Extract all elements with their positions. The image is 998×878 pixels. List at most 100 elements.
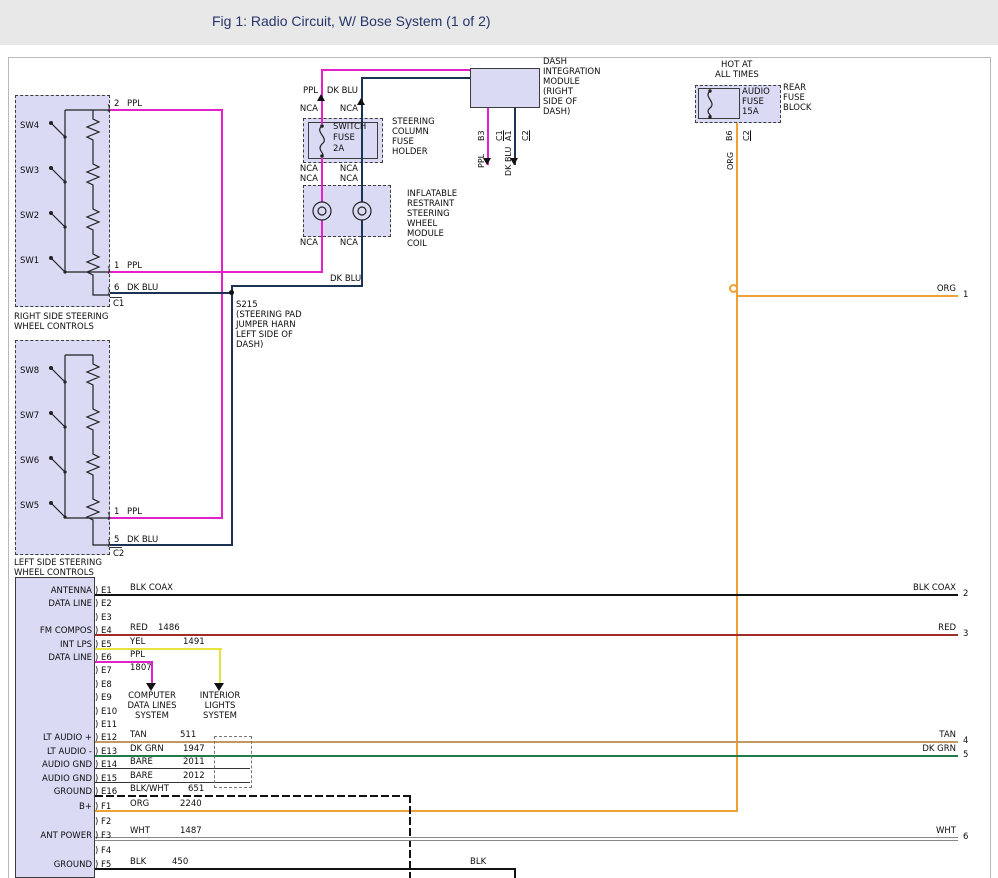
- wire-color-label: BARE: [130, 757, 153, 767]
- connector-pin-label: E11: [101, 720, 117, 730]
- connector-function-label: FM COMPOS: [40, 626, 92, 636]
- wire-wht-f3: [95, 837, 958, 841]
- dim-label: (RIGHT: [543, 87, 573, 97]
- connector-function-label: B+: [79, 802, 92, 812]
- org-right-label: ORG: [937, 284, 956, 294]
- computer-system-label: SYSTEM: [124, 711, 180, 721]
- wire-ppl-to-dim: [321, 69, 489, 71]
- splice-label: (STEERING PAD: [236, 310, 302, 320]
- connector-pin-label: E8: [101, 680, 112, 690]
- connector-pin-label: F1: [101, 802, 111, 812]
- dim-pin-b3-label: B3: [477, 130, 487, 141]
- switch-label: SW2: [20, 211, 39, 221]
- wire-org-feed-vertical: [736, 123, 738, 812]
- nca-label: NCA: [300, 104, 318, 114]
- wire-dkblu-coil-return: [231, 285, 363, 287]
- rear-fuse-block-label: FUSE: [783, 93, 805, 103]
- dim-connector-c2-label: C2: [521, 130, 531, 141]
- connector-pin-bracket: ): [95, 599, 98, 609]
- nca-label: NCA: [340, 104, 358, 114]
- pin-bracket: ): [107, 104, 110, 114]
- pin5-color: DK BLU: [127, 535, 158, 545]
- coil-label: STEERING: [407, 209, 450, 219]
- fuse-connector-c2-label: C2: [742, 130, 752, 141]
- hot-at-label: HOT AT: [721, 60, 752, 70]
- wire-dkblu-dim-stub: [514, 108, 516, 165]
- pin1-color: PPL: [127, 261, 142, 271]
- switch-label: SW6: [20, 456, 39, 466]
- wire-org-right-branch: [736, 295, 958, 297]
- fuse-holder-label: COLUMN: [392, 127, 429, 137]
- fuse-holder-label: STEERING: [392, 117, 435, 127]
- connector-function-label: AUDIO GND: [42, 774, 92, 784]
- wire-blk-f5: [95, 868, 516, 870]
- left-swc-caption: WHEEL CONTROLS: [14, 568, 94, 578]
- wire-ppl-dim-stub: [487, 108, 489, 165]
- switch-fuse-label: FUSE: [333, 133, 355, 143]
- pin2-number: 2: [114, 99, 119, 109]
- audio-fuse-icon: [701, 89, 719, 119]
- computer-system-arrow-icon: [146, 683, 156, 691]
- wire-yel-e5: [95, 648, 222, 650]
- coil-label: WHEEL: [407, 219, 437, 229]
- wire-color-label: BLK COAX: [130, 583, 173, 593]
- nca-label: NCA: [340, 164, 358, 174]
- computer-system-label: DATA LINES: [124, 701, 180, 711]
- pin6-number: 6: [114, 283, 119, 293]
- connector-pin-bracket: ): [95, 787, 98, 797]
- audio-fuse-label: 15A: [742, 107, 759, 117]
- dkblu-mid-label: DK BLU: [330, 274, 361, 284]
- wiring-diagram-page: Fig 1: Radio Circuit, W/ Bose System (1 …: [0, 0, 998, 878]
- connector-function-label: AUDIO GND: [42, 760, 92, 770]
- connector-pin-bracket: ): [95, 640, 98, 650]
- nca-label: NCA: [300, 174, 318, 184]
- connector-pin-label: E3: [101, 613, 112, 623]
- wire-circuit-label: 1947: [183, 744, 205, 754]
- dkblu-up-arrow-icon: [357, 98, 365, 105]
- wire-color-label: BARE: [130, 771, 153, 781]
- connector-bracket-line: [110, 547, 122, 548]
- switch-fuse-icon: [312, 123, 332, 159]
- wire-color-label: RED: [130, 623, 148, 633]
- connector-pin-bracket: ): [95, 802, 98, 812]
- connector-pin-label: E16: [101, 787, 117, 797]
- connector-pin-bracket: ): [95, 817, 98, 827]
- fuse-holder-label: HOLDER: [392, 147, 428, 157]
- connector-pin-label: E6: [101, 653, 112, 663]
- wire-blk-f5-drop: [514, 868, 516, 878]
- right-end-pin-number: 4: [963, 736, 968, 746]
- right-swc-caption: RIGHT SIDE STEERING: [14, 312, 109, 322]
- pin2-color: PPL: [127, 99, 142, 109]
- connector-pin-bracket: ): [95, 653, 98, 663]
- pin1-number: 1: [114, 261, 119, 271]
- wire-color-label: WHT: [130, 826, 150, 836]
- connector-pin-label: E12: [101, 733, 117, 743]
- rear-fuse-block-label: REAR: [783, 83, 806, 93]
- wire-circuit-label: 2012: [183, 771, 205, 781]
- wire-circuit-label: 2011: [183, 757, 205, 767]
- fuse-pin-b6-label: B6: [725, 130, 735, 141]
- dkblu-wire-label: DK BLU: [327, 86, 358, 96]
- splice-label: DASH): [236, 340, 263, 350]
- splice-label: JUMPER HARN: [236, 320, 296, 330]
- org-branch-loop-icon: [729, 284, 738, 293]
- right-end-pin-number: 2: [963, 589, 968, 599]
- interior-lights-label: LIGHTS: [195, 701, 245, 711]
- connector-pin-label: E1: [101, 586, 112, 596]
- switch-label: SW7: [20, 411, 39, 421]
- dim-label: SIDE OF: [543, 97, 577, 107]
- connector-pin-bracket: ): [95, 846, 98, 856]
- wire-color-label: PPL: [130, 650, 145, 660]
- ppl-wire-label: PPL: [303, 86, 318, 96]
- wire-org-f1: [95, 810, 738, 812]
- nca-label: NCA: [300, 238, 318, 248]
- wire-circuit-label: 651: [188, 784, 204, 794]
- connector-pin-bracket: ): [95, 707, 98, 717]
- connector-pin-label: E14: [101, 760, 117, 770]
- nca-label: NCA: [300, 164, 318, 174]
- wire-color-label: DK GRN: [130, 744, 164, 754]
- switch-label: SW3: [20, 166, 39, 176]
- dim-label: MODULE: [543, 77, 580, 87]
- right-end-label: BLK COAX: [913, 583, 956, 593]
- right-end-label: DK GRN: [922, 744, 956, 754]
